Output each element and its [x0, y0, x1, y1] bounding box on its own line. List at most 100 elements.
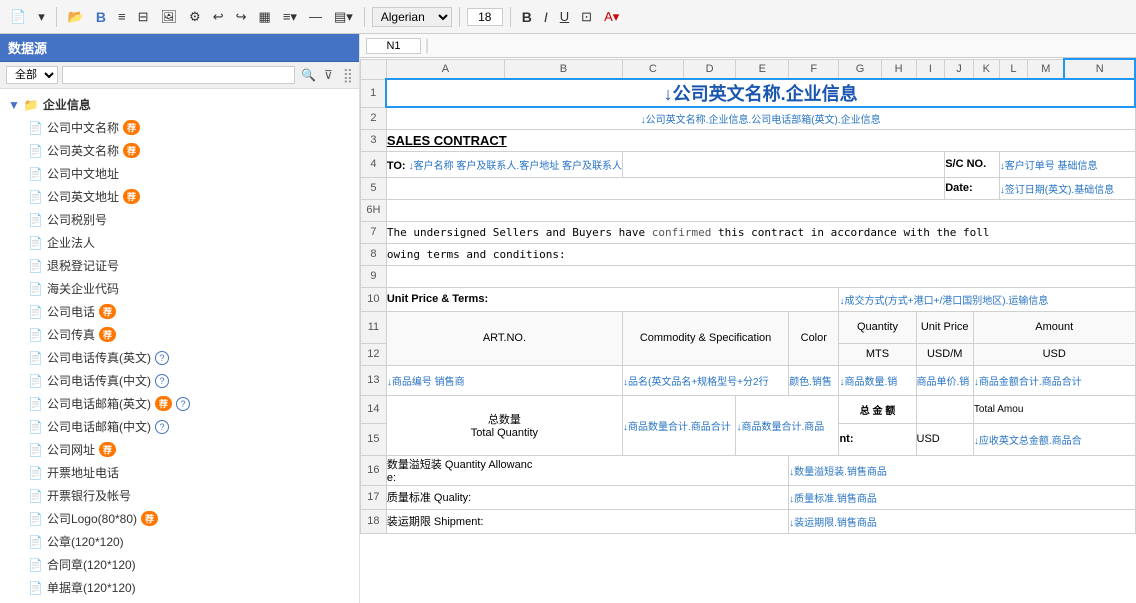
col-A[interactable]: A [386, 59, 504, 79]
sidebar-item-email-cn[interactable]: 📄 公司电话邮箱(中文) ? [0, 415, 359, 438]
cell-1-merged[interactable]: ↓公司英文名称.企业信息 [386, 79, 1135, 107]
settings-icon[interactable]: ⚙ [185, 7, 205, 27]
sidebar-item-doc-seal[interactable]: 📄 单据章(120*120) [0, 576, 359, 599]
line-icon[interactable]: — [305, 7, 326, 26]
cell-5-date-value[interactable]: ↓签订日期(英文).基础信息 [999, 177, 1135, 199]
cell-18-shipment-val[interactable]: ↓装运期限.销售商品 [789, 509, 1135, 533]
col-M[interactable]: M [1028, 59, 1065, 79]
doc-icon-13: 📄 [28, 420, 43, 434]
col-H[interactable]: H [881, 59, 916, 79]
italic-format-icon[interactable]: ≡ [114, 7, 130, 26]
cell-16-allowance-val[interactable]: ↓数量溢短装.销售商品 [789, 455, 1135, 485]
col-C[interactable]: C [623, 59, 684, 79]
color-icon[interactable]: A▾ [600, 7, 623, 27]
sidebar-item-website[interactable]: 📄 公司网址 荐 [0, 438, 359, 461]
folder-expand-icon: ▼ [8, 98, 20, 112]
sidebar-item-phone-fax-cn[interactable]: 📄 公司电话传真(中文) ? [0, 369, 359, 392]
sidebar-item-seal[interactable]: 📄 公章(120*120) [0, 530, 359, 553]
cell-15-amount-sum[interactable]: ↓应收英文总金额.商品合 [973, 423, 1135, 455]
col-B[interactable]: B [504, 59, 622, 79]
image-icon[interactable]: 🖼 [157, 7, 182, 27]
redo-icon[interactable]: ↪ [232, 7, 251, 27]
help-icon-10[interactable]: ? [155, 351, 169, 365]
bold-button[interactable]: B [518, 7, 536, 27]
main-toolbar: 📄 ▾ 📂 B ≡ ⊟ 🖼 ⚙ ↩ ↪ ▦ ≡▾ — ▤▾ Algerian B… [0, 0, 1136, 34]
row-header-3: 3 [361, 129, 387, 151]
cell-4-to[interactable]: TO: ↓客户名称 客户及联系人.客户地址 客户及联系人 [386, 151, 622, 177]
cell-10-transport[interactable]: ↓成交方式(方式+港口+/港口国别地区).运输信息 [839, 287, 1135, 311]
separator-2 [364, 7, 365, 27]
sidebar-item-phone[interactable]: 📄 公司电话 荐 [0, 300, 359, 323]
col-F[interactable]: F [789, 59, 839, 79]
cell-13-qty[interactable]: ↓商品数量.销 [839, 365, 916, 395]
col-G[interactable]: G [839, 59, 881, 79]
sidebar-item-logo[interactable]: 📄 公司Logo(80*80) 荐 [0, 507, 359, 530]
font-name-select[interactable]: Algerian [372, 7, 452, 27]
bold-format-icon[interactable]: B [92, 7, 110, 27]
cell-14-qty-mts[interactable]: ↓商品数量合计.商品 [736, 395, 839, 455]
tree-group-enterprise-header[interactable]: ▼ 📁 企业信息 [0, 93, 359, 116]
cell-13-amount[interactable]: ↓商品金额合计.商品合计 [973, 365, 1135, 395]
undo-icon[interactable]: ↩ [209, 7, 228, 27]
help-icon-12[interactable]: ? [176, 397, 190, 411]
cell-13-commodity[interactable]: ↓品名(英文品名+规格型号+分2行 [623, 365, 789, 395]
cell-14-qty-sum[interactable]: ↓商品数量合计.商品合计 [623, 395, 736, 455]
sidebar-item-company-cn-addr[interactable]: 📄 公司中文地址 [0, 162, 359, 185]
align-icon[interactable]: ≡▾ [279, 7, 301, 27]
sidebar-item-bank[interactable]: 📄 开票银行及帐号 [0, 484, 359, 507]
row-header-9: 9 [361, 265, 387, 287]
sidebar-item-phone-fax-en[interactable]: 📄 公司电话传真(英文) ? [0, 346, 359, 369]
sidebar-item-tax-cert[interactable]: 📄 退税登记证号 [0, 254, 359, 277]
name-box[interactable] [366, 38, 421, 54]
sidebar-item-company-en-addr[interactable]: 📄 公司英文地址 荐 [0, 185, 359, 208]
wrap-icon[interactable]: ⊡ [577, 7, 596, 27]
sidebar-item-fax[interactable]: 📄 公司传真 荐 [0, 323, 359, 346]
sidebar-item-invoice-addr[interactable]: 📄 开票地址电话 [0, 461, 359, 484]
format-icon[interactable]: ▤▾ [330, 7, 357, 27]
sidebar-item-tax-id[interactable]: 📄 公司税别号 [0, 208, 359, 231]
filter-select[interactable]: 全部 [6, 66, 58, 84]
doc-icon-9: 📄 [28, 328, 43, 342]
search-input[interactable] [62, 66, 295, 84]
sidebar-item-email-en[interactable]: 📄 公司电话邮箱(英文) 荐 ? [0, 392, 359, 415]
cell-17-quality-val[interactable]: ↓质量标准.销售商品 [789, 485, 1135, 509]
cell-10-unit-price[interactable]: Unit Price & Terms: [386, 287, 839, 311]
cell-13-color[interactable]: 颜色.销售 [789, 365, 839, 395]
search-icon[interactable]: 🔍 [299, 66, 318, 84]
table-icon[interactable]: ▦ [255, 7, 275, 27]
col-K[interactable]: K [973, 59, 999, 79]
sidebar-item-contract-seal[interactable]: 📄 合同章(120*120) [0, 553, 359, 576]
col-D[interactable]: D [683, 59, 736, 79]
dropdown-arrow-icon[interactable]: ▾ [34, 7, 49, 27]
cell-13-art[interactable]: ↓商品编号 销售商 [386, 365, 622, 395]
cell-4-sc-label[interactable]: S/C NO. [945, 151, 1000, 177]
sidebar-item-legal-person[interactable]: 📄 企业法人 [0, 231, 359, 254]
font-size-input[interactable] [467, 8, 503, 26]
cell-5-date-label[interactable]: Date: [945, 177, 1000, 199]
sidebar-item-company-cn-name[interactable]: 📄 公司中文名称 荐 [0, 116, 359, 139]
item-label-4: 公司税别号 [47, 211, 107, 228]
cell-2-merged[interactable]: ↓公司英文名称.企业信息.公司电话部箱(英文).企业信息 [386, 107, 1135, 129]
filter-icon[interactable]: ⊽ [322, 66, 335, 84]
row-header-14: 14 [361, 395, 387, 423]
italic-button[interactable]: I [540, 7, 552, 27]
cell-3-merged[interactable]: SALES CONTRACT [386, 129, 1135, 151]
folder-open-icon[interactable]: 📂 [64, 7, 88, 27]
underline-format-icon[interactable]: ⊟ [134, 7, 153, 27]
cell-11-unit-price-h: Unit Price [916, 311, 973, 343]
col-L[interactable]: L [999, 59, 1027, 79]
cell-13-up[interactable]: 商品单价.销 [916, 365, 973, 395]
col-I[interactable]: I [916, 59, 945, 79]
sidebar-item-customs-code[interactable]: 📄 海关企业代码 [0, 277, 359, 300]
col-J[interactable]: J [945, 59, 974, 79]
sidebar-item-company-en-name[interactable]: 📄 公司英文名称 荐 [0, 139, 359, 162]
help-icon-13[interactable]: ? [155, 420, 169, 434]
col-E[interactable]: E [736, 59, 789, 79]
help-icon-11[interactable]: ? [155, 374, 169, 388]
file-icon[interactable]: 📄 [6, 7, 30, 27]
cell-4-sc-value[interactable]: ↓客户订单号 基础信息 [999, 151, 1135, 177]
col-N[interactable]: N [1064, 59, 1135, 79]
sidebar-item-purchase-seal[interactable]: 📄 采购章(120*120) [0, 599, 359, 603]
underline-button[interactable]: U [556, 7, 573, 26]
sheet-grid[interactable]: A B C D E F G H I J K L M N [360, 58, 1136, 603]
